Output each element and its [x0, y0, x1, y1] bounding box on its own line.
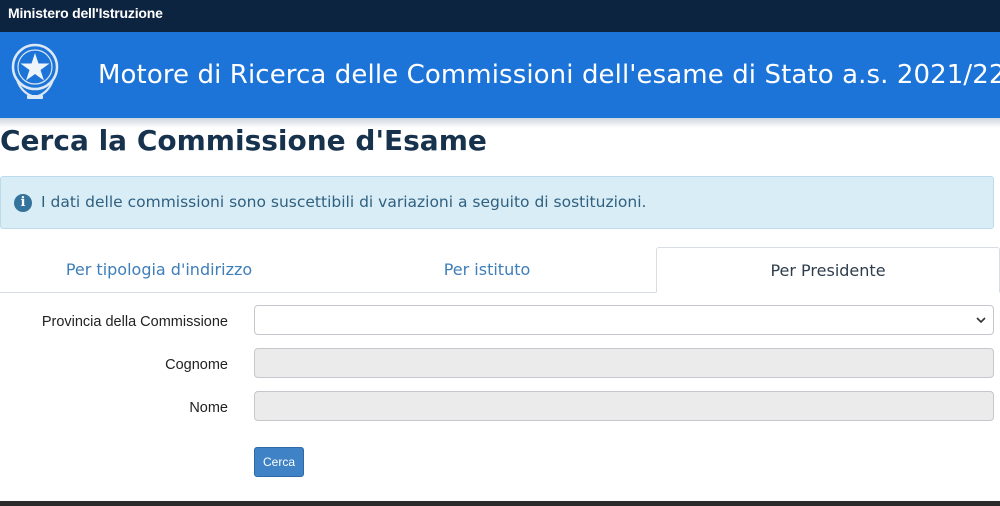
provincia-label: Provincia della Commissione [41, 314, 228, 330]
info-icon: i [14, 194, 32, 212]
bottom-divider [0, 501, 1000, 506]
provincia-select[interactable] [254, 305, 994, 335]
tab-per-tipologia[interactable]: Per tipologia d'indirizzo [0, 247, 318, 293]
cognome-field[interactable] [254, 348, 994, 378]
cerca-button[interactable]: Cerca [254, 447, 304, 477]
info-alert: i I dati delle commissioni sono suscetti… [0, 176, 994, 229]
ministry-name[interactable]: Ministero dell'Istruzione [8, 5, 163, 21]
page-title: Cerca la Commissione d'Esame [0, 124, 487, 157]
nome-label: Nome [189, 400, 228, 416]
tab-per-presidente[interactable]: Per Presidente [656, 247, 1000, 293]
italian-republic-emblem-icon[interactable] [8, 40, 62, 102]
search-tabs: Per tipologia d'indirizzo Per istituto P… [0, 247, 1000, 293]
nome-field[interactable] [254, 391, 994, 421]
chevron-down-icon [976, 317, 986, 324]
site-header: Motore di Ricerca delle Commissioni dell… [0, 32, 1000, 118]
cognome-label: Cognome [165, 357, 228, 373]
alert-text: I dati delle commissioni sono suscettibi… [41, 193, 647, 211]
top-bar: Ministero dell'Istruzione [0, 0, 1000, 32]
site-title: Motore di Ricerca delle Commissioni dell… [98, 60, 1000, 90]
tab-per-istituto[interactable]: Per istituto [318, 247, 656, 293]
